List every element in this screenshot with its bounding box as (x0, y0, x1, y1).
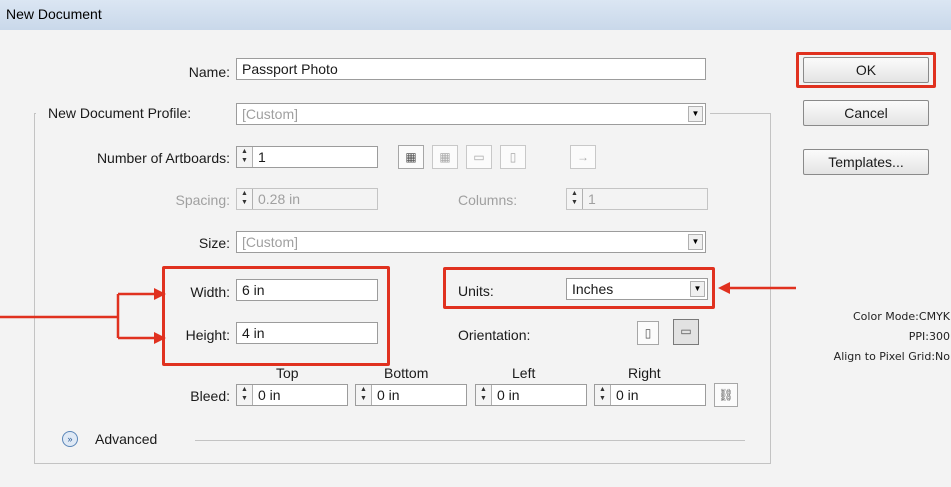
arrowhead-height (154, 332, 166, 344)
arrowhead-width (154, 288, 166, 300)
new-document-dialog: Name: Passport Photo New Document Profil… (0, 30, 951, 487)
window-title: New Document (6, 6, 102, 22)
annotation-arrows (0, 282, 796, 344)
arrowhead-units (718, 282, 730, 294)
title-bar: New Document (0, 0, 951, 31)
